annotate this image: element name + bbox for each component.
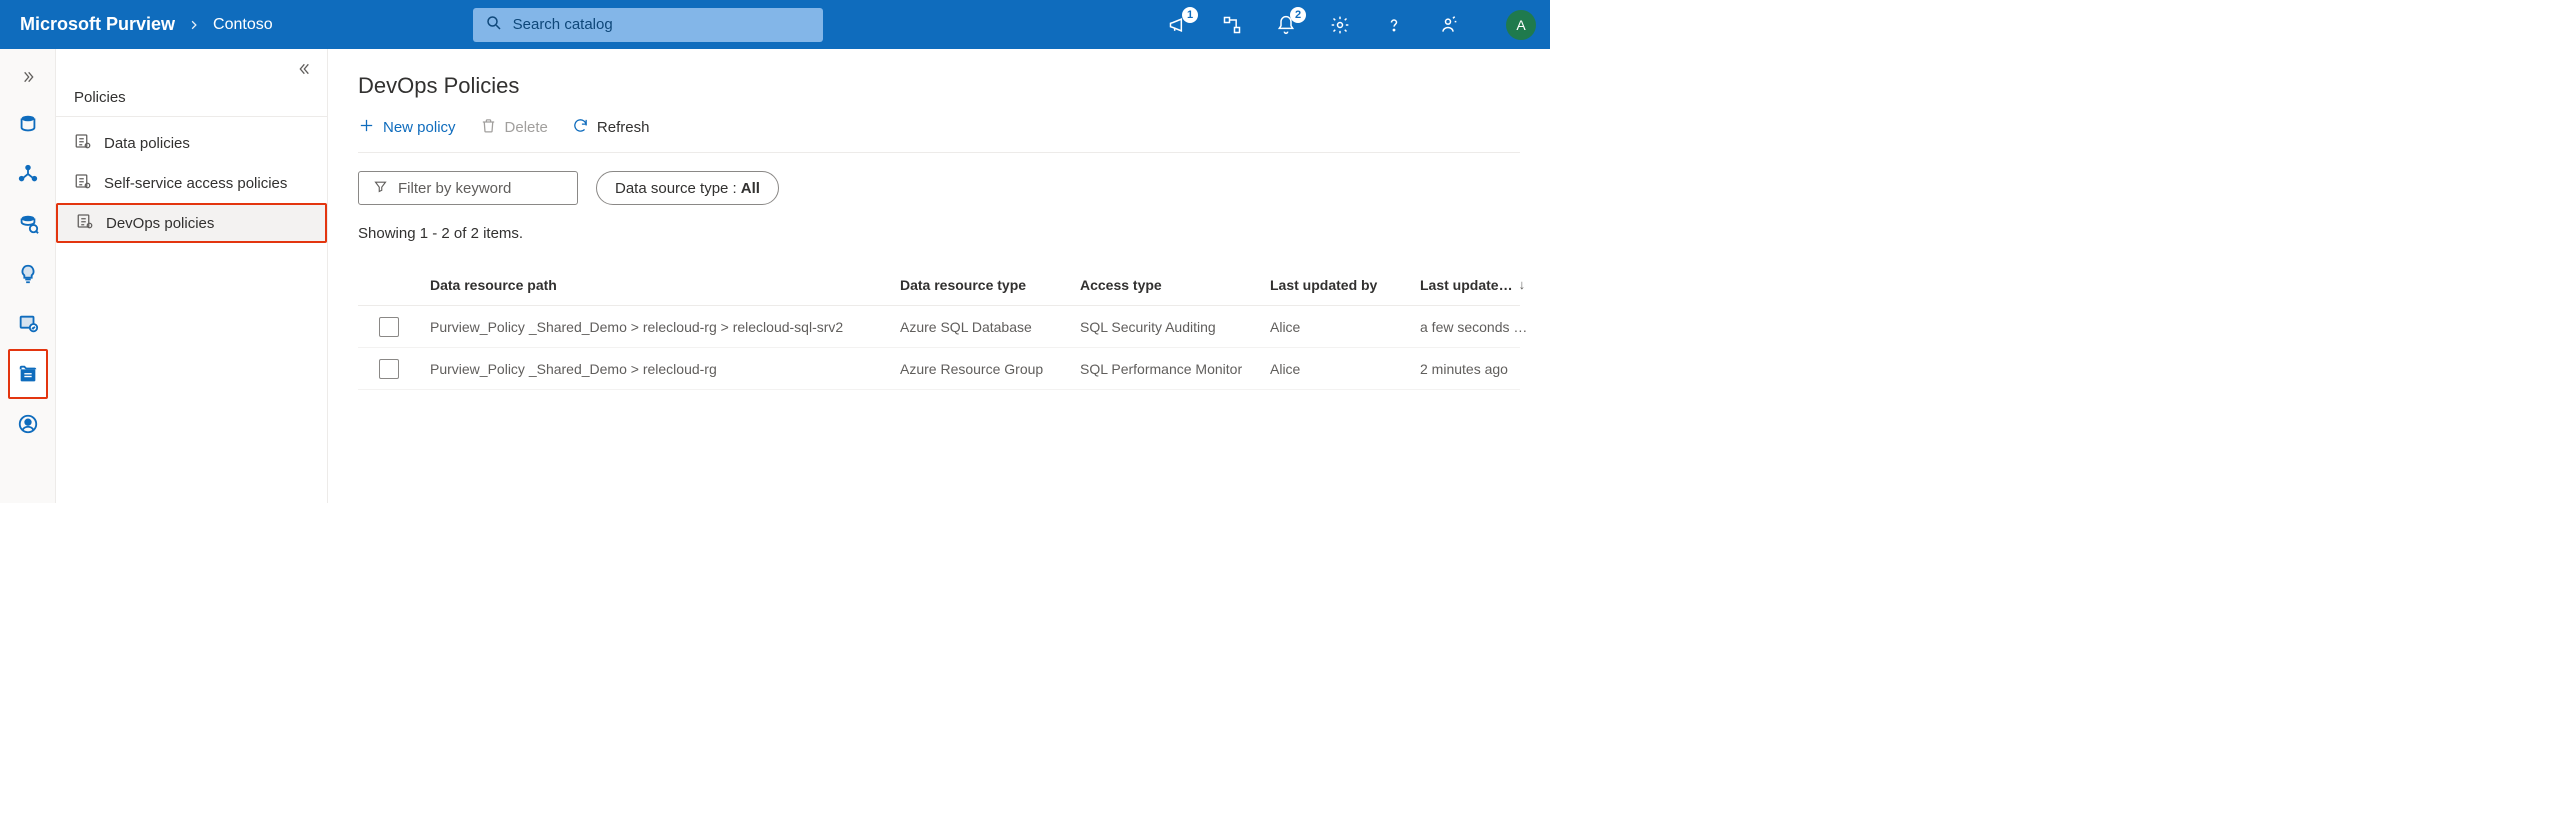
delete-label: Delete <box>505 119 548 136</box>
gear-icon[interactable] <box>1324 9 1356 41</box>
policy-icon <box>76 212 94 234</box>
cell-updated-by: Alice <box>1270 361 1420 377</box>
cell-type: Azure Resource Group <box>900 361 1080 377</box>
trash-icon <box>480 117 497 138</box>
megaphone-icon[interactable]: 1 <box>1162 9 1194 41</box>
brand-title[interactable]: Microsoft Purview <box>20 14 175 35</box>
table-header: Data resource path Data resource type Ac… <box>358 264 1520 306</box>
plus-icon <box>358 117 375 138</box>
table-row[interactable]: Purview_Policy _Shared_Demo > relecloud-… <box>358 306 1520 348</box>
results-count: Showing 1 - 2 of 2 items. <box>358 225 1520 242</box>
cell-updated-on: 2 minutes ago <box>1420 361 1550 377</box>
new-policy-button[interactable]: New policy <box>358 117 456 138</box>
col-updated-on[interactable]: Last update… ↓ <box>1420 277 1550 293</box>
sidebar-item-label: Self-service access policies <box>104 175 287 192</box>
sidebar-item-data-policies[interactable]: Data policies <box>56 123 327 163</box>
rail-item-catalog[interactable] <box>8 199 48 249</box>
refresh-icon <box>572 117 589 138</box>
page-title: DevOps Policies <box>358 73 1520 99</box>
table-row[interactable]: Purview_Policy _Shared_Demo > relecloud-… <box>358 348 1520 390</box>
col-path[interactable]: Data resource path <box>430 277 900 293</box>
cell-path: Purview_Policy _Shared_Demo > relecloud-… <box>430 319 900 335</box>
rail-expand-button[interactable] <box>0 61 55 93</box>
keyword-filter[interactable]: Filter by keyword <box>358 171 578 205</box>
row-checkbox[interactable] <box>379 317 399 337</box>
breadcrumb-separator <box>189 17 199 33</box>
search-icon <box>485 14 513 35</box>
cell-path: Purview_Policy _Shared_Demo > relecloud-… <box>430 361 900 377</box>
filter-bar: Filter by keyword Data source type : All <box>358 171 1520 205</box>
help-icon[interactable] <box>1378 9 1410 41</box>
sidebar: Policies Data policies Self-service acce… <box>56 49 328 503</box>
bell-icon[interactable]: 2 <box>1270 9 1302 41</box>
col-updated-by[interactable]: Last updated by <box>1270 277 1420 293</box>
search-input[interactable] <box>513 16 811 33</box>
cell-access: SQL Performance Monitor <box>1080 361 1270 377</box>
sidebar-item-self-service[interactable]: Self-service access policies <box>56 163 327 203</box>
app-header: Microsoft Purview Contoso 1 2 A <box>0 0 1550 49</box>
flow-icon[interactable] <box>1216 9 1248 41</box>
keyword-filter-placeholder: Filter by keyword <box>398 180 511 197</box>
col-access[interactable]: Access type <box>1080 277 1270 293</box>
sidebar-item-devops-policies[interactable]: DevOps policies <box>56 203 327 243</box>
policy-icon <box>74 172 92 194</box>
nav-rail <box>0 49 56 503</box>
new-policy-label: New policy <box>383 119 456 136</box>
sidebar-item-label: Data policies <box>104 135 190 152</box>
cell-type: Azure SQL Database <box>900 319 1080 335</box>
rail-item-certified[interactable] <box>8 299 48 349</box>
main-content: DevOps Policies New policy Delete Refres… <box>328 49 1550 503</box>
command-bar: New policy Delete Refresh <box>358 117 1520 153</box>
rail-item-privacy[interactable] <box>8 399 48 449</box>
cell-updated-by: Alice <box>1270 319 1420 335</box>
feedback-icon[interactable] <box>1432 9 1464 41</box>
refresh-button[interactable]: Refresh <box>572 117 650 138</box>
search-box[interactable] <box>473 8 823 42</box>
policies-table: Data resource path Data resource type Ac… <box>358 264 1520 390</box>
row-checkbox[interactable] <box>379 359 399 379</box>
col-type[interactable]: Data resource type <box>900 277 1080 293</box>
notification-badge: 1 <box>1182 7 1198 23</box>
filter-type-value: All <box>741 180 760 197</box>
filter-type-label: Data source type : <box>615 180 737 197</box>
catalog-name[interactable]: Contoso <box>213 16 273 34</box>
sort-arrow-down-icon: ↓ <box>1519 277 1526 292</box>
sidebar-collapse-button[interactable] <box>56 49 327 89</box>
notification-badge: 2 <box>1290 7 1306 23</box>
rail-item-data[interactable] <box>8 99 48 149</box>
cell-access: SQL Security Auditing <box>1080 319 1270 335</box>
rail-item-map[interactable] <box>8 149 48 199</box>
avatar[interactable]: A <box>1506 10 1536 40</box>
policy-icon <box>74 132 92 154</box>
header-actions: 1 2 A <box>1162 9 1536 41</box>
rail-item-insights[interactable] <box>8 249 48 299</box>
sidebar-title: Policies <box>56 89 327 117</box>
funnel-icon <box>373 179 388 198</box>
sidebar-item-label: DevOps policies <box>106 215 214 232</box>
refresh-label: Refresh <box>597 119 650 136</box>
cell-updated-on: a few seconds … <box>1420 319 1550 335</box>
data-source-type-filter[interactable]: Data source type : All <box>596 171 779 205</box>
delete-button: Delete <box>480 117 548 138</box>
rail-item-policy[interactable] <box>8 349 48 399</box>
